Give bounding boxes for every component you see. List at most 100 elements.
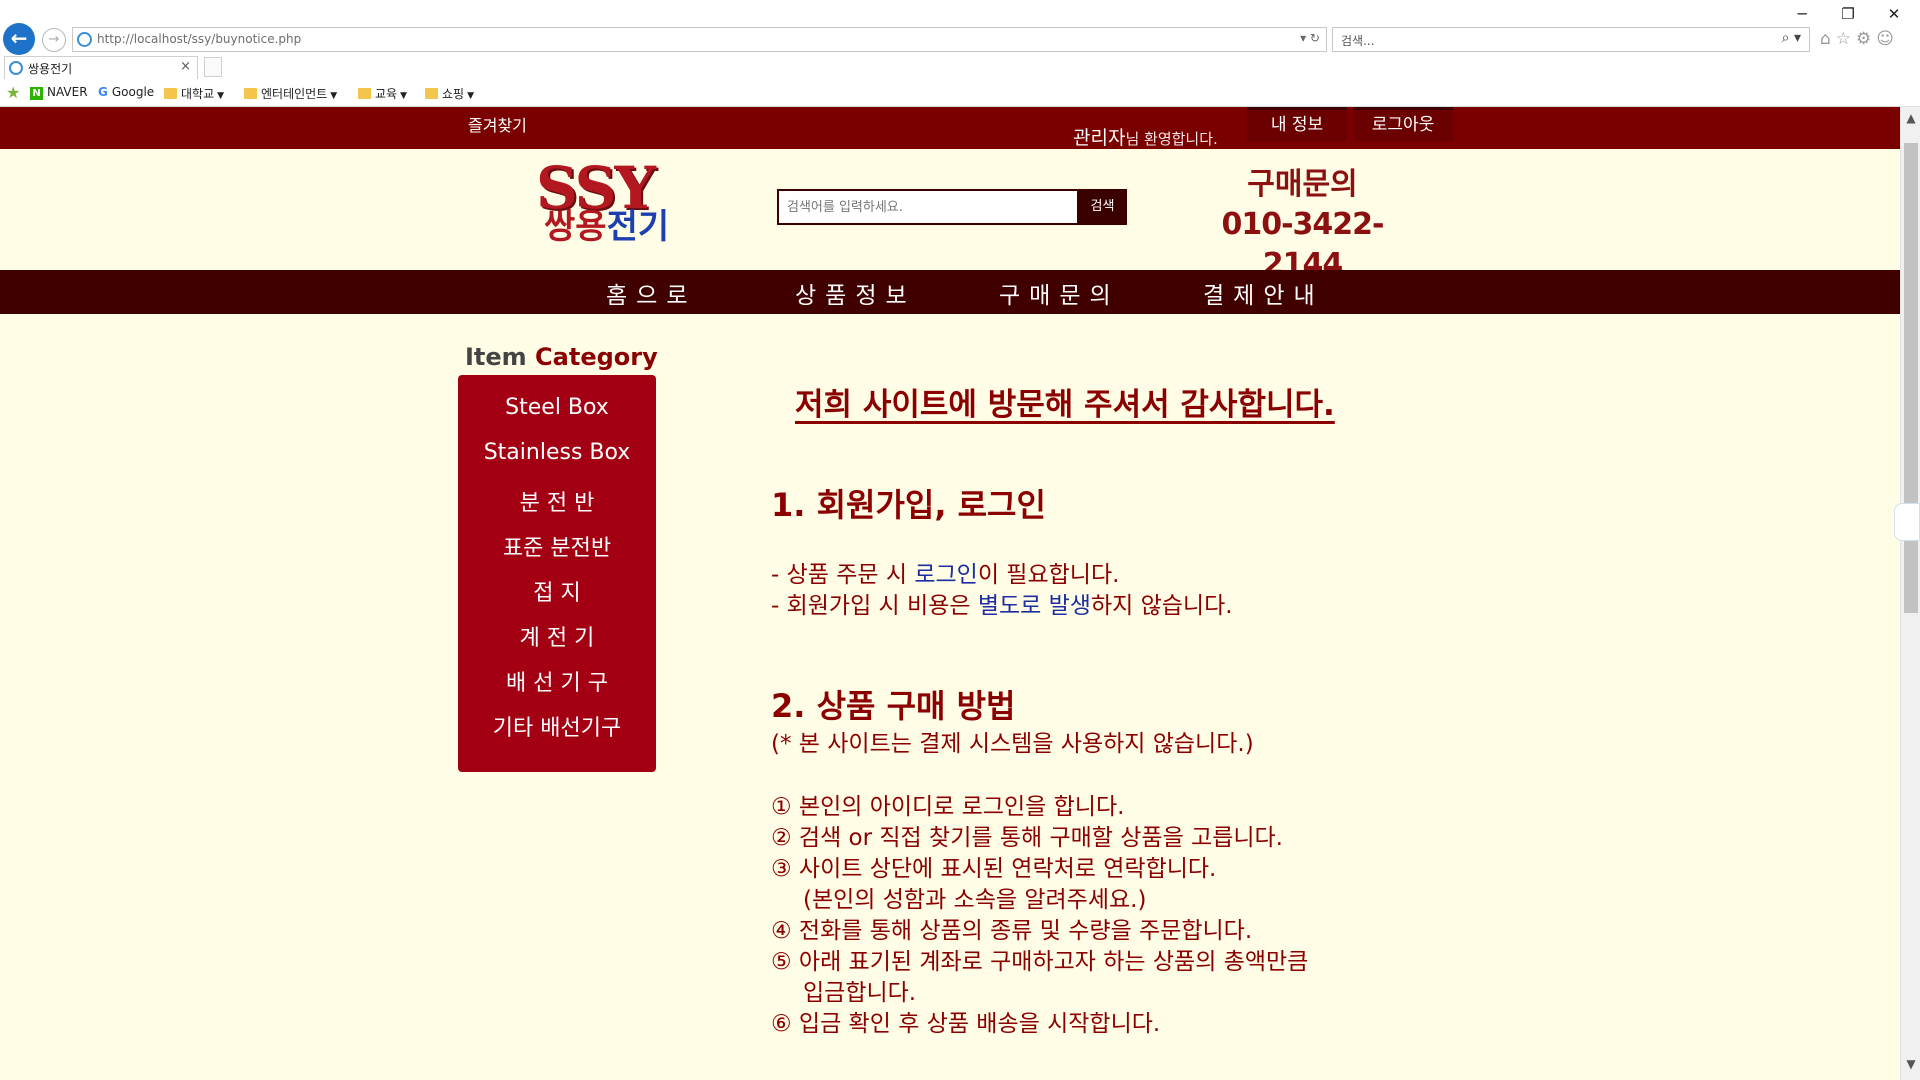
- text: 하지 않습니다.: [1090, 593, 1233, 619]
- vertical-scrollbar[interactable]: ▲ ▼: [1900, 107, 1920, 1080]
- folder-icon: [164, 88, 177, 99]
- site-search-button[interactable]: 검색: [1078, 189, 1127, 225]
- folder-icon: [358, 88, 371, 99]
- category-item-meter[interactable]: 계 전 기: [458, 620, 656, 652]
- my-info-button[interactable]: 내 정보: [1247, 107, 1347, 141]
- signup-line-2: - 회원가입 시 비용은 별도로 발생하지 않습니다.: [771, 586, 1233, 620]
- fav-label: NAVER: [47, 85, 88, 99]
- browser-search-input[interactable]: 검색... ⌕ ▾: [1332, 27, 1810, 52]
- category-item-grounding[interactable]: 접 지: [458, 575, 656, 607]
- naver-icon: N: [30, 87, 43, 100]
- page-title: 저희 사이트에 방문해 주셔서 감사합니다.: [795, 387, 1335, 423]
- folder-icon: [425, 88, 438, 99]
- url-input[interactable]: http://localhost/ssy/buynotice.php ▾ ↻: [72, 27, 1327, 52]
- nav-payment-guide[interactable]: 결제안내: [1203, 276, 1324, 310]
- fav-folder-shopping[interactable]: 쇼핑 ▼: [425, 85, 474, 102]
- category-title-b: Category: [535, 343, 658, 371]
- fav-label: 교육: [375, 87, 398, 101]
- favorites-star-icon[interactable]: ★: [6, 83, 20, 102]
- highlight-text: 별도로 발생: [977, 593, 1091, 619]
- google-icon: G: [98, 85, 108, 99]
- tab-strip: 쌍용전기 ×: [0, 56, 1920, 80]
- chevron-down-icon: ▼: [467, 91, 475, 101]
- site-search-input[interactable]: [777, 189, 1079, 225]
- fav-folder-university[interactable]: 대학교 ▼: [164, 85, 224, 102]
- logo-text-ko-red: 쌍용: [544, 207, 607, 247]
- main-nav: 홈으로 상품정보 구매문의 결제안내: [0, 270, 1900, 314]
- category-item-wiring[interactable]: 배 선 기 구: [458, 665, 656, 697]
- back-button[interactable]: ←: [3, 23, 35, 55]
- category-item-distribution-board[interactable]: 분 전 반: [458, 485, 656, 517]
- purchase-step: ④ 전화를 통해 상품의 종류 및 수량을 주문합니다.: [771, 918, 1253, 944]
- text: - 회원가입 시 비용은: [771, 593, 978, 619]
- page-viewport: 즐겨찾기 관리자님 환영합니다. 내 정보 로그아웃 SSY 쌍용전기 검색 구…: [0, 107, 1900, 1080]
- purchase-step: ③ 사이트 상단에 표시된 연락처로 연락합니다.: [771, 856, 1217, 882]
- scroll-up-arrow-icon[interactable]: ▲: [1901, 111, 1920, 125]
- text: 이 필요합니다.: [977, 562, 1120, 588]
- browser-chrome: ─ ❐ ✕ ← → http://localhost/ssy/buynotice…: [0, 0, 1920, 107]
- site-header: SSY 쌍용전기 검색 구매문의 010-3422-2144: [0, 149, 1900, 282]
- logout-button[interactable]: 로그아웃: [1353, 107, 1453, 141]
- side-widget-icon[interactable]: [1894, 503, 1920, 541]
- welcome-user: 관리자: [1073, 127, 1126, 149]
- tab-active[interactable]: 쌍용전기 ×: [4, 56, 198, 79]
- address-bar-row: ← → http://localhost/ssy/buynotice.php ▾…: [0, 22, 1920, 56]
- fav-label: Google: [111, 85, 155, 99]
- login-link[interactable]: 로그인: [914, 562, 977, 588]
- arrow-left-icon: ←: [10, 26, 28, 50]
- nav-product-info[interactable]: 상품정보: [795, 276, 916, 310]
- section-heading-signup: 1. 회원가입, 로그인: [771, 486, 1046, 524]
- category-menu: Steel Box Stainless Box 분 전 반 표준 분전반 접 지…: [458, 375, 656, 772]
- category-title: Item Category: [465, 343, 658, 371]
- refresh-icon[interactable]: ▾ ↻: [1300, 31, 1320, 45]
- site-logo[interactable]: SSY 쌍용전기: [536, 157, 676, 252]
- welcome-text: 님 환영합니다.: [1125, 130, 1218, 148]
- signup-line-1: - 상품 주문 시 로그인이 필요합니다.: [771, 555, 1119, 589]
- ie-page-icon: [9, 61, 23, 75]
- purchase-step: ② 검색 or 직접 찾기를 통해 구매할 상품을 고릅니다.: [771, 825, 1283, 851]
- home-star-gear-smiley-icons[interactable]: ⌂☆⚙☺: [1820, 29, 1899, 49]
- fav-naver[interactable]: N NAVER: [30, 85, 88, 100]
- section-heading-purchase: 2. 상품 구매 방법: [771, 687, 1016, 725]
- top-bar: 즐겨찾기 관리자님 환영합니다. 내 정보 로그아웃: [0, 107, 1900, 149]
- url-text: http://localhost/ssy/buynotice.php: [97, 32, 302, 46]
- search-icon[interactable]: ⌕ ▾: [1782, 30, 1801, 46]
- chevron-down-icon: ▼: [217, 91, 225, 101]
- purchase-step: ① 본인의 아이디로 로그인을 합니다.: [771, 794, 1125, 820]
- folder-icon: [244, 88, 257, 99]
- arrow-right-icon: →: [48, 32, 60, 47]
- ie-page-icon: [77, 32, 92, 47]
- favorite-link[interactable]: 즐겨찾기: [468, 112, 527, 136]
- fav-label: 쇼핑: [442, 87, 465, 101]
- category-item-steel-box[interactable]: Steel Box: [458, 395, 656, 420]
- scrollbar-thumb[interactable]: [1904, 143, 1918, 613]
- fav-label: 대학교: [181, 87, 215, 101]
- scroll-down-arrow-icon[interactable]: ▼: [1901, 1057, 1920, 1071]
- tab-close-icon[interactable]: ×: [180, 59, 191, 74]
- category-item-other-wiring[interactable]: 기타 배선기구: [458, 710, 656, 742]
- welcome-message: 관리자님 환영합니다.: [1073, 123, 1218, 150]
- purchase-note: (* 본 사이트는 결제 시스템을 사용하지 않습니다.): [771, 731, 1254, 757]
- forward-button[interactable]: →: [42, 28, 66, 52]
- fav-folder-education[interactable]: 교육 ▼: [358, 85, 407, 102]
- favorites-bar: ★ N NAVER G Google 대학교 ▼ 엔터테인먼트 ▼ 교육 ▼ 쇼핑 ▼: [0, 80, 1920, 107]
- browser-search-placeholder: 검색...: [1341, 34, 1375, 48]
- contact-info: 구매문의 010-3422-2144: [1205, 165, 1400, 285]
- category-item-standard-board[interactable]: 표준 분전반: [458, 530, 656, 562]
- logo-text-ko-blue: 전기: [606, 207, 670, 247]
- new-tab-button[interactable]: [204, 57, 222, 77]
- nav-purchase-inquiry[interactable]: 구매문의: [999, 276, 1120, 310]
- category-item-stainless-box[interactable]: Stainless Box: [458, 440, 656, 465]
- purchase-step-note: (본인의 성함과 소속을 알려주세요.): [803, 887, 1147, 913]
- purchase-step: ⑥ 입금 확인 후 상품 배송을 시작합니다.: [771, 1011, 1161, 1037]
- purchase-step: ⑤ 아래 표기된 계좌로 구매하고자 하는 상품의 총액만큼: [771, 949, 1309, 975]
- logo-text-ko: 쌍용전기: [544, 207, 669, 247]
- category-title-a: Item: [465, 343, 527, 371]
- chevron-down-icon: ▼: [400, 91, 408, 101]
- text: - 상품 주문 시: [771, 562, 915, 588]
- fav-folder-entertainment[interactable]: 엔터테인먼트 ▼: [244, 85, 337, 102]
- contact-title: 구매문의: [1247, 167, 1358, 202]
- fav-google[interactable]: G Google: [98, 85, 154, 99]
- nav-home[interactable]: 홈으로: [606, 276, 696, 310]
- chevron-down-icon: ▼: [330, 91, 338, 101]
